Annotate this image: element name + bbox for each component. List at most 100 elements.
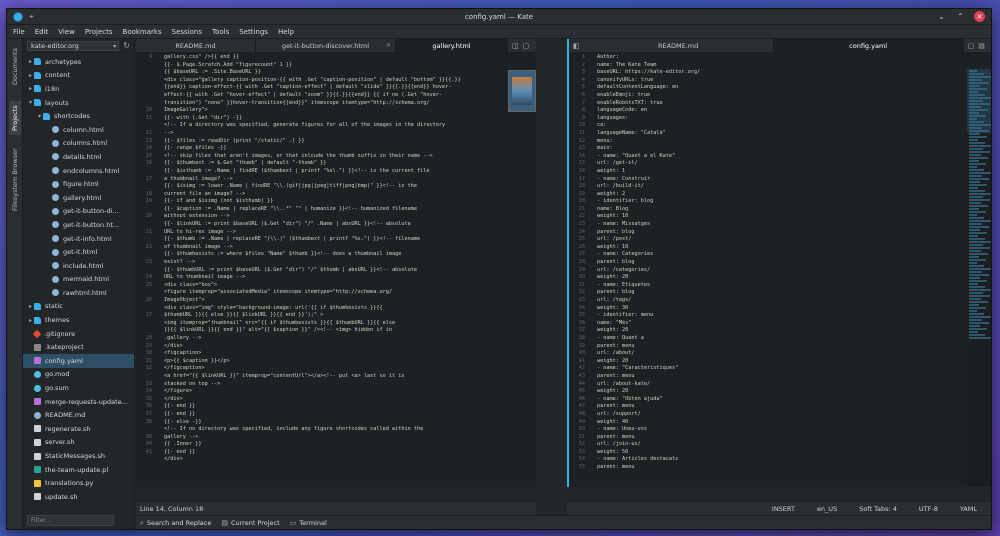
tree-item[interactable]: ▸ content bbox=[23, 69, 134, 83]
tab-projects[interactable]: Projects bbox=[9, 101, 21, 135]
new-tab-icon[interactable]: ▢ bbox=[523, 42, 530, 50]
tree-item[interactable]: mermaid.html bbox=[23, 273, 134, 287]
code-area-left[interactable]: 9 10 11 12 13 14 15 16 17 18 19 20 21 22 23 24 25 26 27 28 2… bbox=[136, 54, 536, 487]
tab-label: README.md bbox=[175, 41, 216, 50]
expand-arrow-icon[interactable]: ▾ bbox=[27, 99, 34, 106]
status-mode[interactable]: INSERT bbox=[772, 505, 795, 513]
file-icon bbox=[52, 207, 59, 215]
tree-item[interactable]: ▾ layouts bbox=[23, 96, 134, 110]
tab-filesystem-browser[interactable]: Filesystem Browser bbox=[9, 147, 21, 213]
menu-projects[interactable]: Projects bbox=[85, 28, 113, 36]
tree-item[interactable]: go.mod bbox=[23, 368, 134, 382]
split-view-icon[interactable]: ◫ bbox=[512, 42, 519, 50]
tree-item[interactable]: get-it-info.html bbox=[23, 232, 134, 246]
tab-label: config.yaml bbox=[849, 41, 888, 50]
tree-item[interactable]: update.sh bbox=[23, 490, 134, 504]
kate-app-icon[interactable] bbox=[13, 11, 23, 22]
filter-input[interactable]: Filter... bbox=[27, 515, 114, 526]
tree-item-label: get-it-info.html bbox=[63, 234, 112, 243]
menu-help[interactable]: Help bbox=[278, 28, 294, 36]
minimize-icon[interactable]: ⌄ bbox=[936, 11, 947, 22]
tree-item[interactable]: get-it-button.ht... bbox=[23, 218, 134, 232]
split-view-icon[interactable]: ◧ bbox=[573, 42, 580, 50]
menu-edit[interactable]: Edit bbox=[35, 28, 49, 36]
tree-item[interactable]: details.html bbox=[23, 150, 134, 164]
menu-sessions[interactable]: Sessions bbox=[172, 28, 202, 36]
tree-item[interactable]: .kateproject bbox=[23, 340, 134, 354]
code-line: url: /post/ bbox=[597, 236, 632, 243]
status-indent[interactable]: Soft Tabs: 4 bbox=[859, 505, 897, 513]
tree-item[interactable]: ▸ i18n bbox=[23, 82, 134, 96]
tree-item[interactable]: endcolumns.html bbox=[23, 164, 134, 178]
tab-gallery-html[interactable]: gallery.html bbox=[396, 39, 508, 52]
tree-item[interactable]: server.sh bbox=[23, 436, 134, 450]
tab-get-it-button-discover[interactable]: get-it-button-discover.html ✕ bbox=[256, 39, 396, 52]
code-line: <!-- If a directory was specified, gener… bbox=[164, 122, 446, 129]
terminal-button[interactable]: ▭ Terminal bbox=[290, 519, 327, 527]
tree-item[interactable]: get-it.html bbox=[23, 245, 134, 259]
pin-icon[interactable]: ⌖ bbox=[29, 12, 34, 22]
expand-arrow-icon[interactable]: ▸ bbox=[27, 303, 34, 310]
tree-item[interactable]: config.yaml bbox=[23, 354, 134, 368]
tree-item[interactable]: ▾ shortcodes bbox=[23, 109, 134, 123]
tree-item[interactable]: ▸ archetypes bbox=[23, 55, 134, 69]
minimap-line bbox=[969, 94, 985, 96]
expand-arrow-icon[interactable]: ▸ bbox=[27, 317, 34, 324]
status-dictionary[interactable]: en_US bbox=[817, 505, 837, 513]
split-icon[interactable]: ▤ bbox=[978, 42, 985, 50]
tab-readme-md-left[interactable]: README.md bbox=[136, 39, 256, 52]
code-line: exist? --> bbox=[164, 259, 196, 266]
tree-item[interactable]: ▸ themes bbox=[23, 313, 134, 327]
close-tab-icon[interactable]: ✕ bbox=[386, 42, 391, 49]
close-icon[interactable]: ✕ bbox=[974, 11, 985, 22]
tree-item[interactable]: README.md bbox=[23, 408, 134, 422]
tree-item[interactable]: regenerate.sh bbox=[23, 422, 134, 436]
tree-item[interactable]: go.sum bbox=[23, 381, 134, 395]
expand-arrow-icon[interactable]: ▾ bbox=[36, 113, 43, 120]
tree-item[interactable]: column.html bbox=[23, 123, 134, 137]
menu-tools[interactable]: Tools bbox=[212, 28, 229, 36]
tab-readme-md-right[interactable]: README.md bbox=[584, 39, 774, 52]
tree-item[interactable]: .gitignore bbox=[23, 327, 134, 341]
new-tab-icon[interactable]: ▢ bbox=[968, 42, 975, 50]
minimap-line bbox=[969, 271, 982, 273]
search-replace-button[interactable]: ⌕ Search and Replace bbox=[140, 519, 211, 528]
tree-item-label: get-it.html bbox=[63, 248, 98, 257]
tree-item[interactable]: ▸ static bbox=[23, 300, 134, 314]
editor-left[interactable]: README.md get-it-button-discover.html ✕ g… bbox=[136, 39, 536, 487]
tab-documents[interactable]: Documents bbox=[9, 43, 21, 89]
project-selector[interactable]: kate-editor.org bbox=[27, 40, 120, 51]
code-area-right[interactable]: 1 2 3 4 5 6 7 8 9 10 11 12 13 14 15 16 17 18 19 20 21 22 23 24 2… bbox=[569, 54, 991, 487]
editor-right[interactable]: ◧ README.md config.yaml ▢ ▤ 1 2 3 4 5 6 7 8 9 10 11… bbox=[567, 39, 991, 487]
tree-item[interactable]: gallery.html bbox=[23, 191, 134, 205]
file-icon bbox=[34, 466, 41, 474]
menu-settings[interactable]: Settings bbox=[239, 28, 268, 36]
tree-item[interactable]: figure.html bbox=[23, 177, 134, 191]
minimap[interactable] bbox=[967, 69, 991, 487]
menu-file[interactable]: File bbox=[13, 28, 25, 36]
tree-item[interactable]: rawhtml.html bbox=[23, 286, 134, 300]
status-syntax[interactable]: YAML bbox=[960, 505, 977, 513]
line-number: 38 bbox=[145, 418, 152, 425]
expand-arrow-icon[interactable]: ▸ bbox=[27, 72, 34, 79]
current-project-button[interactable]: ▤ Current Project bbox=[221, 519, 279, 527]
tree-item[interactable]: merge-requests-update... bbox=[23, 395, 134, 409]
tree-item[interactable]: the-team-update.pl bbox=[23, 463, 134, 477]
tree-item[interactable]: include.html bbox=[23, 259, 134, 273]
expand-arrow-icon[interactable]: ▸ bbox=[27, 58, 34, 65]
status-encoding[interactable]: UTF-8 bbox=[919, 505, 938, 513]
tree-item[interactable]: get-it-button-di... bbox=[23, 205, 134, 219]
line-number: 14 bbox=[145, 145, 152, 152]
code-line: weight: 50 bbox=[597, 448, 629, 455]
tree-item[interactable]: columns.html bbox=[23, 137, 134, 151]
search-replace-label: Search and Replace bbox=[146, 519, 212, 527]
maximize-icon[interactable]: ⌃ bbox=[955, 11, 966, 22]
tree-item[interactable]: translations.py bbox=[23, 476, 134, 490]
menu-bookmarks[interactable]: Bookmarks bbox=[123, 28, 162, 36]
tab-config-yaml[interactable]: config.yaml bbox=[773, 39, 964, 52]
menu-view[interactable]: View bbox=[58, 28, 75, 36]
minimap-line bbox=[969, 196, 983, 198]
tree-item[interactable]: StaticMessages.sh bbox=[23, 449, 134, 463]
expand-arrow-icon[interactable]: ▸ bbox=[27, 85, 34, 92]
reload-icon[interactable]: ↻ bbox=[123, 41, 130, 50]
